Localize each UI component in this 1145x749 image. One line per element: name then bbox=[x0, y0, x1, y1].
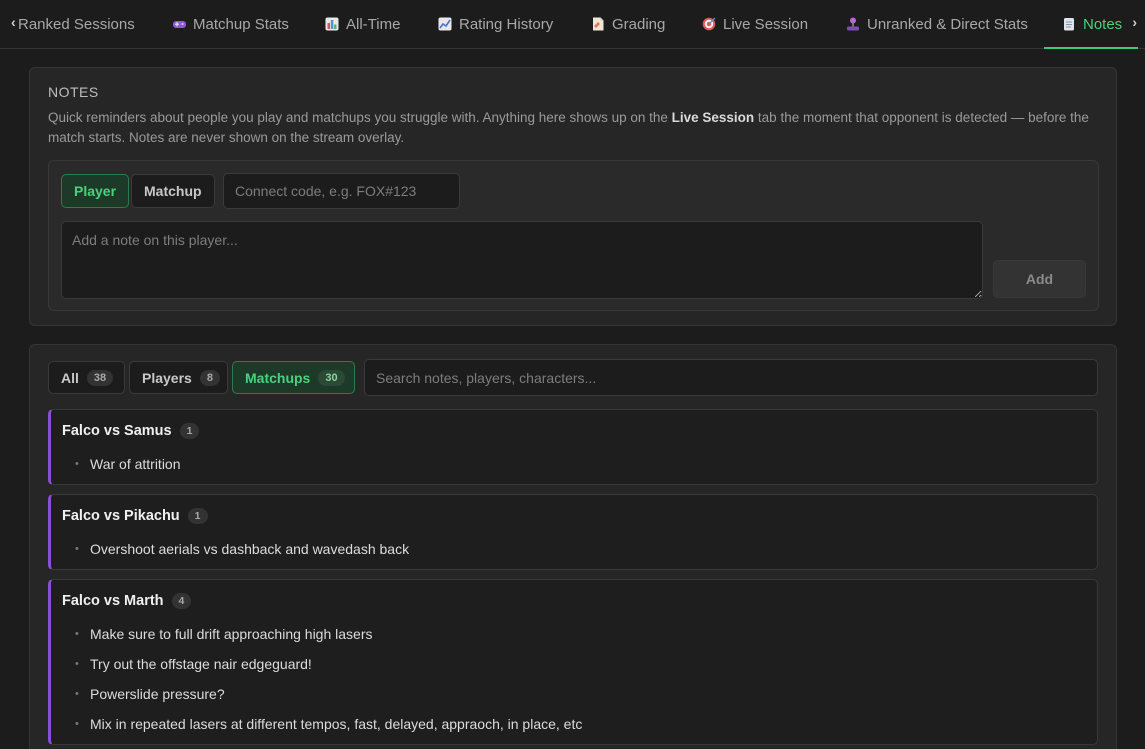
bar-chart-icon bbox=[325, 17, 339, 31]
note-item: War of attrition bbox=[75, 454, 181, 484]
note-list: War of attrition bbox=[75, 454, 181, 484]
note-item: Try out the offstage nair edgeguard! bbox=[75, 654, 582, 684]
card-title: Falco vs Marth bbox=[62, 593, 164, 609]
connect-code-input[interactable] bbox=[223, 173, 460, 209]
card-title: Falco vs Samus bbox=[62, 423, 172, 439]
note-item: Mix in repeated lasers at different temp… bbox=[75, 714, 582, 744]
target-icon bbox=[702, 17, 716, 31]
live-session-link-text: Live Session bbox=[671, 110, 755, 125]
document-icon bbox=[591, 17, 605, 31]
tab-label: Rating History bbox=[459, 15, 554, 33]
tab-label: Unranked & Direct Stats bbox=[867, 15, 1028, 33]
tab-bar: Ranked Sessions Matchup Stats All-Time R… bbox=[0, 0, 1145, 49]
notepad-icon bbox=[1062, 17, 1076, 31]
tab-grading[interactable]: Grading bbox=[591, 0, 665, 48]
panel-description: Quick reminders about people you play an… bbox=[48, 110, 1089, 145]
tab-unranked-direct-stats[interactable]: Unranked & Direct Stats bbox=[846, 0, 1028, 48]
notes-list-panel: All 38 Players 8 Matchups 30 Falco vs Sa… bbox=[29, 344, 1117, 749]
matchup-toggle-button[interactable]: Matchup bbox=[131, 174, 215, 208]
tab-ranked-sessions[interactable]: Ranked Sessions bbox=[18, 0, 135, 48]
count-badge: 1 bbox=[179, 423, 200, 439]
matchup-note-card: Falco vs Marth 4 Make sure to full drift… bbox=[48, 579, 1098, 745]
note-list: Make sure to full drift approaching high… bbox=[75, 624, 582, 744]
gamepad-icon bbox=[172, 17, 186, 31]
filter-label: All bbox=[61, 369, 79, 386]
note-item: Overshoot aerials vs dashback and waveda… bbox=[75, 539, 409, 569]
count-badge: 30 bbox=[318, 369, 345, 386]
note-list: Overshoot aerials vs dashback and waveda… bbox=[75, 539, 409, 569]
tab-all-time[interactable]: All-Time bbox=[325, 0, 400, 48]
tab-label: Matchup Stats bbox=[193, 15, 289, 33]
tab-rating-history[interactable]: Rating History bbox=[438, 0, 553, 48]
note-item: Make sure to full drift approaching high… bbox=[75, 624, 582, 654]
search-notes-input[interactable] bbox=[364, 359, 1098, 396]
filter-label: Matchups bbox=[245, 369, 311, 386]
count-badge: 38 bbox=[86, 369, 114, 386]
joystick-icon bbox=[846, 17, 860, 31]
matchup-note-card: Falco vs Pikachu 1 Overshoot aerials vs … bbox=[48, 494, 1098, 570]
card-title: Falco vs Pikachu bbox=[62, 508, 180, 524]
note-textarea[interactable] bbox=[61, 221, 983, 299]
tab-matchup-stats[interactable]: Matchup Stats bbox=[172, 0, 289, 48]
scroll-right-icon[interactable]: › bbox=[1132, 14, 1137, 30]
note-composer: Player Matchup Add bbox=[48, 160, 1099, 311]
filter-all-button[interactable]: All 38 bbox=[48, 361, 125, 394]
filter-players-button[interactable]: Players 8 bbox=[129, 361, 228, 394]
card-header: Falco vs Samus 1 bbox=[62, 423, 200, 439]
scroll-left-icon[interactable]: ‹ bbox=[11, 14, 16, 30]
tab-label: All-Time bbox=[346, 15, 401, 33]
player-toggle-button[interactable]: Player bbox=[61, 174, 130, 208]
tab-label: Ranked Sessions bbox=[18, 15, 135, 33]
tab-list: Ranked Sessions Matchup Stats All-Time R… bbox=[0, 0, 1145, 49]
filter-label: Players bbox=[142, 369, 192, 386]
count-badge: 8 bbox=[199, 369, 220, 386]
line-chart-icon bbox=[438, 17, 452, 31]
tab-label: Live Session bbox=[723, 15, 809, 33]
tab-label: Notes bbox=[1083, 15, 1123, 33]
notes-composer-panel: NOTES Quick reminders about people you p… bbox=[29, 67, 1117, 326]
tab-label: Grading bbox=[612, 15, 666, 33]
tab-live-session[interactable]: Live Session bbox=[702, 0, 808, 48]
tab-notes[interactable]: Notes bbox=[1043, 0, 1139, 49]
card-header: Falco vs Pikachu 1 bbox=[62, 508, 208, 524]
filter-matchups-button[interactable]: Matchups 30 bbox=[232, 361, 355, 394]
count-badge: 1 bbox=[187, 508, 208, 524]
card-header: Falco vs Marth 4 bbox=[62, 593, 192, 609]
add-note-button[interactable]: Add bbox=[993, 260, 1086, 298]
count-badge: 4 bbox=[171, 593, 192, 609]
matchup-note-card: Falco vs Samus 1 War of attrition bbox=[48, 409, 1098, 485]
note-item: Powerslide pressure? bbox=[75, 684, 582, 714]
panel-title: NOTES bbox=[48, 84, 99, 100]
